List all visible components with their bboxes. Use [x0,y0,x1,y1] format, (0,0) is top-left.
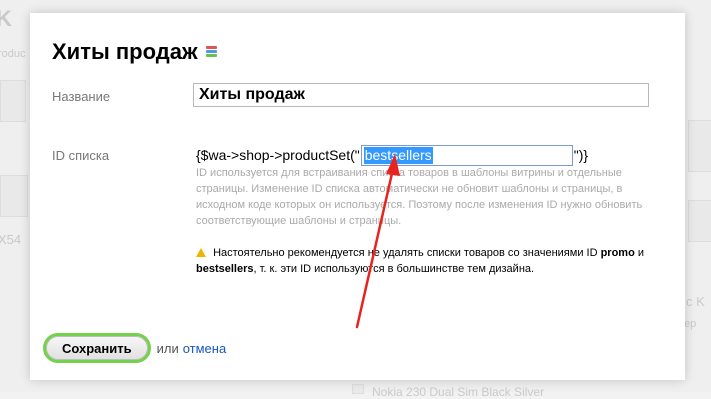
id-input[interactable]: bestsellers [360,144,573,166]
id-hint-text: ID используется для встраивания списка т… [196,167,643,227]
name-input[interactable] [193,83,649,107]
name-label: Название [52,89,111,104]
dialog-actions: Сохранить или отмена [43,333,226,363]
background-product-image [0,175,28,217]
or-label: или [156,340,179,356]
background-model-fragment-right: c K [686,294,705,309]
id-input-selected-text: bestsellers [363,146,433,164]
background-bottom-fragment: Nokia 230 Dual Sim Black Silver [372,385,545,399]
edit-product-set-dialog: Хиты продаж Название ID списка {$wa->sho… [30,13,685,380]
background-small-fragment-right: ер [684,318,697,330]
background-product-image [352,384,364,394]
save-button[interactable]: Сохранить [43,333,151,363]
warning-id-promo: promo [600,247,635,259]
id-code-line: {$wa->shop->productSet(" bestsellers ")} [196,144,588,166]
background-product-image [688,200,711,242]
cancel-link[interactable]: отмена [183,341,226,356]
background-heading-fragment: K [0,6,12,31]
dialog-title: Хиты продаж [52,39,198,64]
warning-text-1: Настоятельно рекомендуется не удалять сп… [213,247,598,259]
warning-id-bestsellers: bestsellers [196,263,254,275]
code-prefix: {$wa->shop->productSet(" [196,147,360,163]
code-suffix: ")} [573,147,589,163]
background-product-image [688,120,711,172]
background-model-fragment-left: X54 [0,232,22,247]
warning-and: и [637,247,645,259]
id-label: ID списка [52,148,110,163]
warning-icon [196,248,206,257]
warning-text-2: , т. к. эти ID используются в большинств… [253,263,535,275]
background-product-image [0,80,26,122]
colored-bars-icon [205,46,217,60]
dialog-title-row: Хиты продаж [52,39,217,65]
warning-message: Настоятельно рекомендуется не удалять сп… [196,245,648,277]
background-product-fragment: roduc [0,48,26,60]
